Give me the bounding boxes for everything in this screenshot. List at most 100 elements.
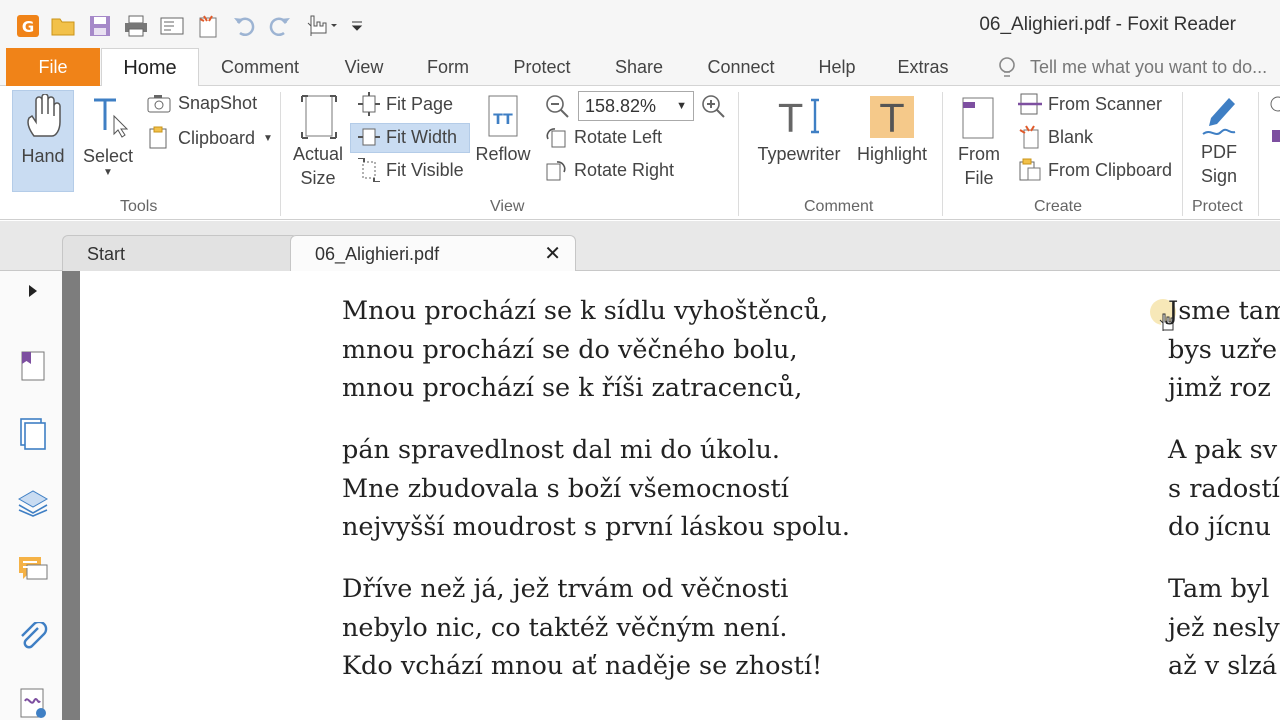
print-icon[interactable] xyxy=(122,12,150,40)
tab-document[interactable]: 06_Alighieri.pdf ✕ xyxy=(290,235,576,271)
verse-right-1: Jsme tam bys uzře jimž roz xyxy=(1168,292,1280,408)
zoom-level-select[interactable]: 158.82% ▼ xyxy=(578,91,694,121)
typewriter-label: Typewriter xyxy=(757,144,841,164)
blank-button[interactable]: Blank xyxy=(1018,125,1093,149)
comments-icon[interactable] xyxy=(16,553,50,587)
tab-extras[interactable]: Extras xyxy=(888,48,958,86)
tab-help[interactable]: Help xyxy=(810,48,864,86)
ribbon-home-panel: Hand Select ▼ SnapShot Clipboard ▼ Tools… xyxy=(0,86,1280,220)
open-folder-icon[interactable] xyxy=(50,12,78,40)
expand-panel-icon[interactable] xyxy=(16,281,50,301)
verse-left-1: Mnou prochází se k sídlu vyhoštěnců, mno… xyxy=(342,292,828,408)
panel-splitter[interactable] xyxy=(62,271,80,720)
select-tool-button[interactable]: Select ▼ xyxy=(80,94,136,178)
pdf-sign-label-1: PDF xyxy=(1201,142,1237,162)
tab-file[interactable]: File xyxy=(6,48,100,86)
snapshot-button[interactable]: SnapShot xyxy=(146,92,257,114)
reflow-icon: TT xyxy=(488,95,518,137)
bookmarks-icon[interactable] xyxy=(16,349,50,383)
highlight-label: Highlight xyxy=(856,144,928,164)
verse-right-3: Tam byl jež nesly až v slzá xyxy=(1168,570,1280,686)
rotate-right-icon xyxy=(546,161,566,181)
tab-start[interactable]: Start xyxy=(62,235,298,271)
pdf-sign-label-2: Sign xyxy=(1200,166,1238,186)
zoom-dropdown-caret[interactable]: ▼ xyxy=(676,92,687,120)
svg-text:T: T xyxy=(778,97,803,140)
customize-icon[interactable] xyxy=(350,12,364,40)
zoom-out-icon xyxy=(546,95,569,118)
hand-tool-button[interactable]: Hand xyxy=(12,94,74,168)
zoom-in-button[interactable] xyxy=(700,93,726,119)
layers-icon[interactable] xyxy=(16,485,50,519)
new-document-icon[interactable] xyxy=(194,12,222,40)
separator xyxy=(942,92,943,216)
clipboard-button[interactable]: Clipboard ▼ xyxy=(146,126,273,150)
navigation-panel xyxy=(0,271,62,720)
redo-icon[interactable] xyxy=(266,12,294,40)
create-group-label: Create xyxy=(1034,198,1083,215)
verse-line: až v slzá xyxy=(1168,651,1278,681)
tab-comment[interactable]: Comment xyxy=(210,48,310,86)
foxit-app-icon[interactable]: G xyxy=(14,12,42,40)
tab-view[interactable]: View xyxy=(333,48,395,86)
separator xyxy=(280,92,281,216)
pdf-sign-button[interactable]: PDF Sign xyxy=(1192,94,1246,188)
close-tab-icon[interactable]: ✕ xyxy=(544,236,561,272)
reflow-button[interactable]: TT Reflow xyxy=(472,94,534,166)
ribbon-tab-row: File Home Comment View Form Protect Shar… xyxy=(0,48,1280,87)
highlight-button[interactable]: T Highlight xyxy=(854,94,930,166)
view-group-label: View xyxy=(490,198,525,215)
svg-text:TT: TT xyxy=(493,112,513,128)
verse-line: nejvyšší moudrost s první láskou spolu. xyxy=(342,512,850,542)
verse-line: Dříve než já, jež trvám od věčnosti xyxy=(342,574,789,604)
from-clipboard-label: From Clipboard xyxy=(1048,159,1173,180)
signatures-icon[interactable] xyxy=(16,686,50,720)
hand-touch-icon[interactable] xyxy=(302,12,342,40)
fit-width-label: Fit Width xyxy=(386,126,458,147)
undo-icon[interactable] xyxy=(230,12,258,40)
zoom-level-value: 158.82% xyxy=(585,96,657,116)
select-dropdown-caret[interactable]: ▼ xyxy=(103,168,113,178)
actual-size-icon xyxy=(301,95,337,139)
actual-size-label-2: Size xyxy=(300,168,336,188)
tab-connect[interactable]: Connect xyxy=(696,48,786,86)
fit-width-button[interactable]: Fit Width xyxy=(358,125,457,149)
protect-group-label: Protect xyxy=(1192,198,1243,215)
reflow-label: Reflow xyxy=(475,144,531,164)
email-icon[interactable] xyxy=(158,12,186,40)
document-view[interactable]: Mnou prochází se k sídlu vyhoštěnců, mno… xyxy=(80,271,1280,720)
verse-line: pán spravedlnost dal mi do úkolu. xyxy=(342,435,780,465)
separator xyxy=(738,92,739,216)
verse-line: Kdo vchází mnou ať naděje se zhostí! xyxy=(342,651,823,681)
separator xyxy=(1182,92,1183,216)
from-clipboard-button[interactable]: From Clipboard xyxy=(1018,158,1172,182)
save-icon[interactable] xyxy=(86,12,114,40)
from-file-icon xyxy=(962,97,994,139)
from-file-button[interactable]: From File xyxy=(952,94,1006,190)
zoom-in-icon xyxy=(702,95,725,118)
tab-home[interactable]: Home xyxy=(101,48,199,87)
zoom-out-button[interactable] xyxy=(544,93,570,119)
verse-line: jimž roz xyxy=(1168,373,1271,403)
more-ribbon-icon[interactable] xyxy=(1268,94,1280,146)
verse-line: bys uzře xyxy=(1168,334,1278,365)
tab-protect[interactable]: Protect xyxy=(502,48,582,86)
rotate-right-button[interactable]: Rotate Right xyxy=(544,158,674,182)
tell-me-search[interactable]: Tell me what you want to do... xyxy=(996,48,1267,86)
camera-icon xyxy=(147,95,171,113)
actual-size-button[interactable]: Actual Size xyxy=(290,92,346,190)
pages-thumbnails-icon[interactable] xyxy=(16,417,50,451)
from-scanner-button[interactable]: From Scanner xyxy=(1018,92,1162,116)
typewriter-button[interactable]: T Typewriter xyxy=(752,94,846,166)
pen-sign-icon xyxy=(1202,98,1236,135)
hand-icon xyxy=(27,94,61,137)
rotate-left-icon xyxy=(546,128,566,148)
tab-form[interactable]: Form xyxy=(418,48,478,86)
fit-visible-button[interactable]: Fit Visible xyxy=(358,158,464,182)
rotate-left-button[interactable]: Rotate Left xyxy=(544,125,662,149)
attachments-icon[interactable] xyxy=(16,621,50,655)
tab-share[interactable]: Share xyxy=(606,48,672,86)
fit-page-button[interactable]: Fit Page xyxy=(358,92,453,116)
clipboard-dropdown-caret[interactable]: ▼ xyxy=(263,133,273,144)
tab-start-label: Start xyxy=(87,244,126,264)
